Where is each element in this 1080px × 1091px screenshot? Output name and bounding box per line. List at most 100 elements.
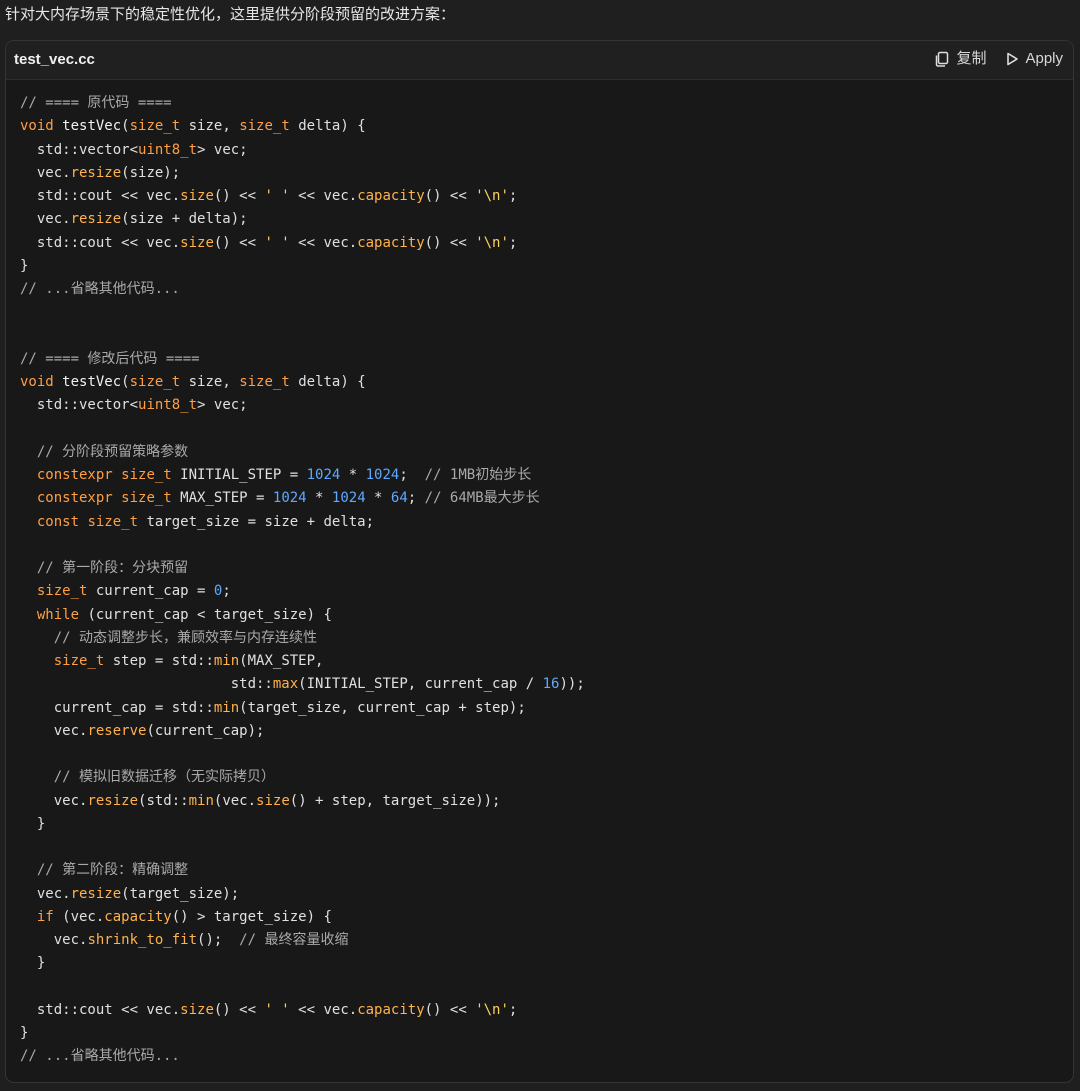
code-token: constexpr	[20, 467, 113, 483]
code-line: }	[20, 1022, 1061, 1045]
code-token: resize	[70, 164, 122, 181]
code-token: target_size = size + delta;	[138, 513, 375, 530]
code-token: ;	[222, 583, 231, 600]
code-token: while	[20, 606, 80, 623]
code-block: test_vec.cc 复制 Apply // ==== 原代码 ==== vo…	[5, 40, 1074, 1083]
code-line: // 第二阶段：精确调整	[20, 859, 1061, 882]
code-token: (size);	[121, 164, 181, 181]
code-line: std::vector<uint8_t> vec;	[20, 139, 1061, 162]
code-token: uint8_t	[138, 397, 198, 414]
code-token: step = std::	[104, 653, 214, 669]
code-token: (vec.	[53, 908, 105, 925]
code-line: vec.resize(size + delta);	[20, 208, 1061, 231]
code-token: 64	[390, 490, 408, 507]
code-line: // ...省略其他代码...	[20, 278, 1061, 301]
code-token: ' '	[264, 234, 290, 251]
code-token: // 最终容量收缩	[239, 932, 349, 948]
code-token: (std::	[138, 792, 189, 809]
code-content: // ==== 原代码 ==== void testVec(size_t size…	[20, 92, 1061, 1074]
code-token: *	[340, 467, 366, 483]
code-token: ();	[197, 932, 240, 948]
code-token: shrink_to_fit	[87, 932, 198, 948]
code-token: if	[20, 908, 54, 925]
code-token: // ...省略其他代码...	[20, 1048, 180, 1065]
code-token: 1024	[331, 490, 366, 507]
code-token: () <<	[424, 188, 476, 204]
code-token: size	[180, 188, 214, 204]
code-actions: 复制 Apply	[934, 49, 1063, 69]
code-token: MAX_STEP =	[171, 490, 273, 507]
code-token: (vec.	[213, 792, 257, 809]
code-token: min	[188, 792, 214, 809]
code-token: resize	[70, 885, 122, 902]
code-token: capacity	[357, 234, 425, 251]
code-token: ;	[508, 234, 518, 251]
copy-button[interactable]: 复制	[934, 49, 986, 69]
code-token: // 分阶段预留策略参数	[20, 443, 189, 460]
code-line: // ...省略其他代码...	[20, 1045, 1061, 1068]
copy-label: 复制	[956, 50, 987, 67]
code-line: vec.reserve(current_cap);	[20, 720, 1061, 743]
code-token: delta) {	[289, 374, 366, 390]
code-token: *	[365, 490, 391, 507]
code-token: size_t	[239, 118, 290, 135]
code-token: ;	[407, 490, 425, 507]
code-token: const	[20, 513, 80, 530]
code-line: void testVec(size_t size, size_t delta) …	[20, 115, 1061, 138]
code-line: std::cout << vec.size() << ' ' << vec.ca…	[20, 999, 1061, 1022]
code-line: // 模拟旧数据迁移（无实际拷贝）	[20, 766, 1061, 789]
code-line: }	[20, 813, 1061, 836]
code-token: () > target_size) {	[171, 908, 332, 925]
code-token: '\n'	[475, 1001, 509, 1018]
code-token: 16	[542, 676, 560, 693]
code-token: // 动态调整步长，兼顾效率与内存连续性	[20, 629, 317, 646]
code-token: // 第一阶段：分块预留	[20, 560, 189, 576]
apply-button[interactable]: Apply	[1006, 49, 1063, 69]
code-line: // 动态调整步长，兼顾效率与内存连续性	[20, 627, 1061, 650]
code-token: size	[256, 792, 290, 809]
code-token: () + step, target_size));	[289, 792, 501, 809]
code-token: void	[20, 374, 54, 390]
code-token: size_t	[20, 583, 88, 600]
code-line: if (vec.capacity() > target_size) {	[20, 906, 1061, 929]
code-token: '\n'	[475, 234, 509, 251]
code-token: size_t	[20, 653, 105, 669]
chat-response-page: 针对大内存场景下的稳定性优化，这里提供分阶段预留的改进方案： test_vec.…	[0, 0, 1080, 1091]
code-token: std::cout << vec.	[20, 1001, 181, 1018]
code-token: ;	[508, 1001, 518, 1018]
code-line: size_t step = std::min(MAX_STEP,	[20, 650, 1061, 673]
code-token: ;	[508, 188, 518, 204]
code-token: }	[20, 257, 29, 274]
code-line: vec.resize(std::min(vec.size() + step, t…	[20, 790, 1061, 813]
code-line: }	[20, 255, 1061, 278]
code-token: size	[180, 1001, 214, 1018]
code-token: size_t	[121, 490, 172, 507]
code-line: current_cap = std::min(target_size, curr…	[20, 697, 1061, 720]
code-token: vec.	[20, 211, 71, 228]
code-token: > vec;	[197, 141, 248, 158]
code-token: << vec.	[289, 188, 358, 204]
code-line: // 分阶段预留策略参数	[20, 441, 1061, 464]
code-line: }	[20, 952, 1061, 975]
code-token: () <<	[213, 188, 265, 204]
code-token: ' '	[264, 1001, 290, 1018]
code-token: 1024	[272, 490, 307, 507]
code-token: (current_cap);	[146, 722, 265, 739]
code-token: testVec	[62, 374, 122, 390]
code-token: std::vector<	[20, 141, 139, 158]
code-line: vec.resize(size);	[20, 162, 1061, 185]
code-token: current_cap = std::	[20, 699, 214, 716]
code-token: capacity	[104, 908, 172, 925]
code-line: std::vector<uint8_t> vec;	[20, 394, 1061, 417]
code-token: () <<	[424, 1001, 476, 1018]
code-token: 1024	[365, 467, 400, 483]
code-token: vec.	[20, 792, 88, 809]
code-token: testVec	[62, 118, 122, 135]
